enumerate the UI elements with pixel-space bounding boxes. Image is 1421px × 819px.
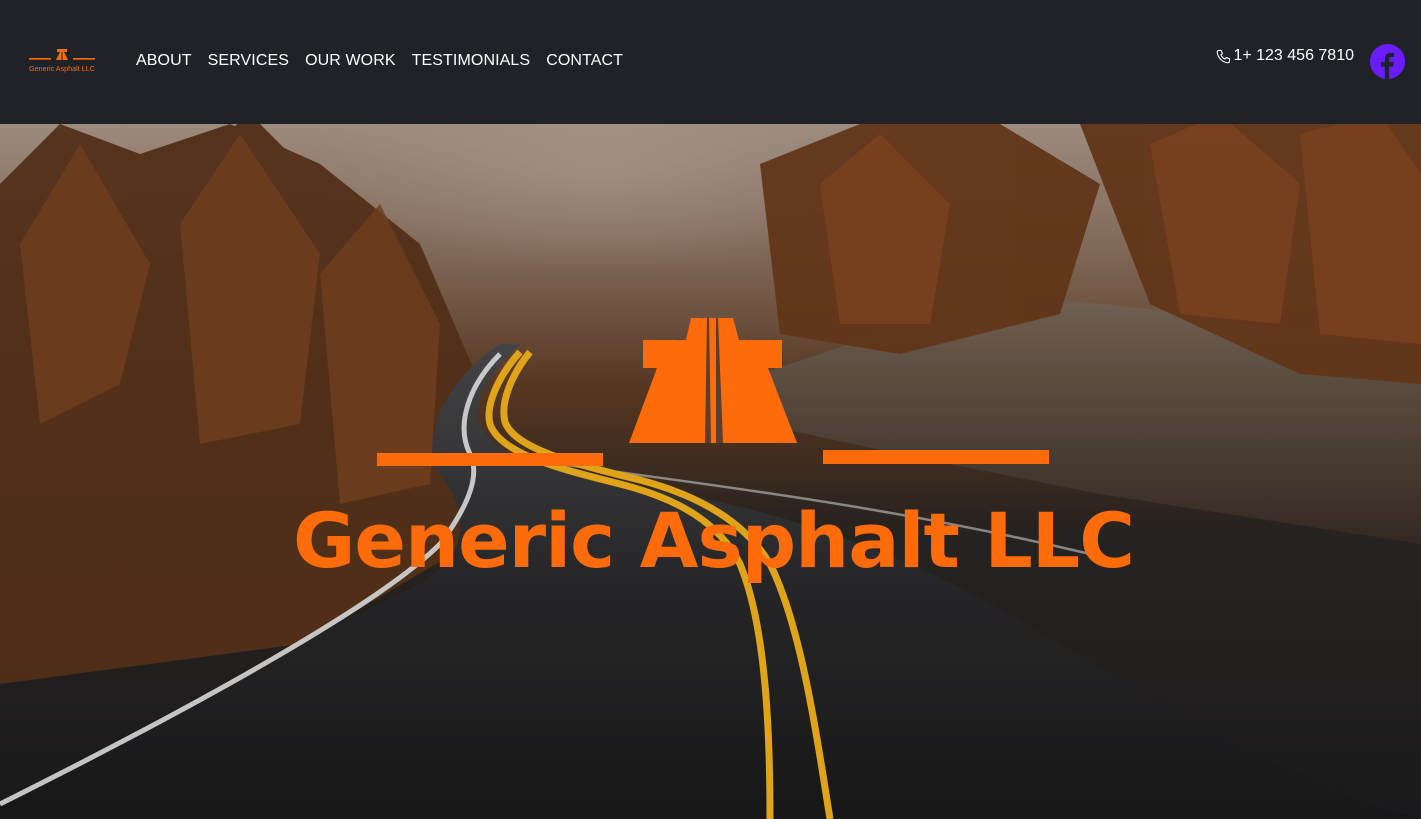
hero-section: Generic Asphalt LLC [0,124,1421,819]
nav-about[interactable]: ABOUT [136,51,192,71]
hero-background-image [0,124,1421,819]
nav-services[interactable]: SERVICES [208,51,289,71]
phone-number: 1+ 123 456 7810 [1233,46,1354,64]
phone-icon [1217,49,1231,64]
facebook-icon [1370,44,1405,79]
site-header: Generic Asphalt LLC ABOUT SERVICES OUR W… [0,0,1421,124]
facebook-link[interactable] [1370,44,1405,79]
highway-logo-icon: Generic Asphalt LLC [29,49,95,73]
phone-link[interactable]: 1+ 123 456 7810 [1215,46,1354,65]
header-logo[interactable]: Generic Asphalt LLC [26,46,98,76]
hero-title: Generic Asphalt LLC [293,496,1135,585]
nav-our-work[interactable]: OUR WORK [305,51,396,71]
nav-testimonials[interactable]: TESTIMONIALS [412,51,531,71]
logo-text: Generic Asphalt LLC [29,64,95,73]
nav-contact[interactable]: CONTACT [546,51,623,71]
main-nav: ABOUT SERVICES OUR WORK TESTIMONIALS CON… [136,51,623,71]
